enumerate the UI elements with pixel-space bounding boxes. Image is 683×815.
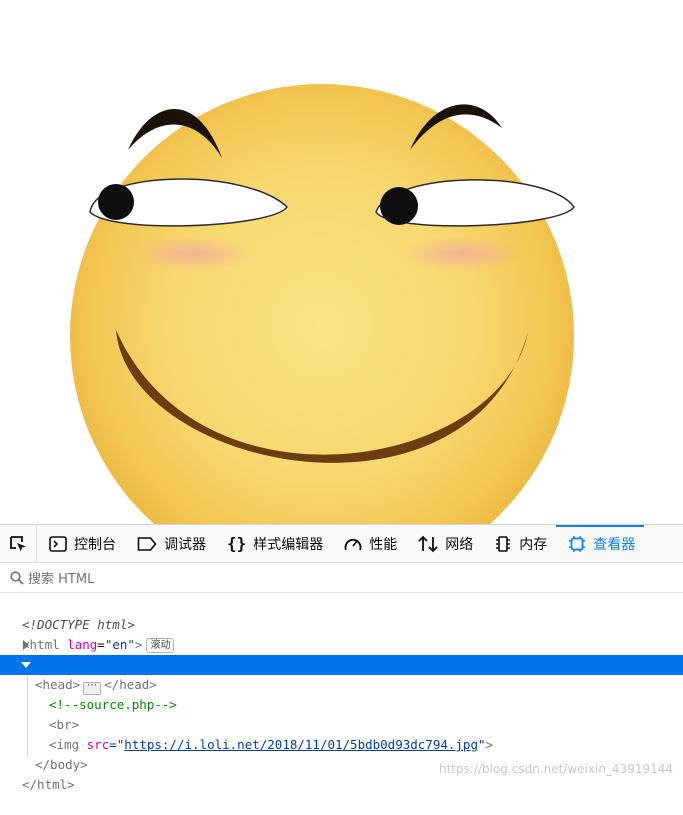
- expand-triangle-icon[interactable]: [22, 640, 30, 650]
- comment-node[interactable]: <!--source.php-->: [0, 675, 683, 712]
- tab-console-label: 控制台: [74, 536, 116, 553]
- search-input-placeholder[interactable]: 搜索 HTML: [28, 568, 94, 587]
- performance-gauge-icon: [344, 538, 362, 550]
- markup-tree: <!DOCTYPE html> <html lang="en">滚动 <head…: [0, 595, 683, 792]
- console-icon: [49, 535, 67, 552]
- tab-debugger[interactable]: 调试器: [125, 525, 215, 562]
- body-node-selected[interactable]: <body>: [0, 655, 683, 712]
- smirking-emoji-image: [70, 84, 575, 524]
- tab-network-label: 网络: [445, 536, 474, 553]
- braces-icon: {}: [227, 534, 247, 553]
- tab-memory-label: 内存: [519, 536, 548, 553]
- body-close-node[interactable]: </body>: [0, 735, 683, 772]
- html-search-bar[interactable]: 搜索 HTML: [0, 563, 683, 593]
- img-node[interactable]: <img src="https://i.loli.net/2018/11/01/…: [0, 715, 683, 752]
- tab-debugger-label: 调试器: [164, 536, 206, 553]
- br-node[interactable]: <br>: [0, 695, 683, 732]
- devtools-toolbar: 控制台 调试器 {} 样式编辑器 性能 网络 内存 查看器: [0, 525, 683, 563]
- tab-console[interactable]: 控制台: [37, 525, 125, 562]
- tab-style-editor-label: 样式编辑器: [253, 536, 324, 553]
- network-arrows-icon: [418, 535, 438, 552]
- devtools-panel: 控制台 调试器 {} 样式编辑器 性能 网络 内存 查看器 搜索 HTML <!…: [0, 524, 683, 792]
- element-picker-icon: [10, 535, 26, 551]
- tab-network[interactable]: 网络: [406, 525, 482, 562]
- search-icon: [10, 570, 24, 585]
- tab-memory[interactable]: 内存: [482, 525, 556, 562]
- inspector-icon: [569, 535, 586, 552]
- memory-chip-icon: [496, 535, 511, 552]
- element-picker-button[interactable]: [0, 525, 37, 562]
- doctype-node[interactable]: <!DOCTYPE html>: [0, 595, 683, 632]
- page-viewport: [0, 0, 683, 524]
- html-node[interactable]: <html lang="en"> 滚动: [0, 615, 683, 653]
- watermark-text: https://blog.csdn.net/weixin_43919144: [438, 762, 673, 776]
- tab-inspector-label: 查看器: [593, 536, 636, 553]
- tab-performance-label: 性能: [369, 536, 398, 553]
- tab-performance[interactable]: 性能: [332, 525, 406, 562]
- tab-style-editor[interactable]: {} 样式编辑器: [215, 525, 332, 562]
- debugger-icon: [137, 536, 157, 551]
- tab-inspector[interactable]: 查看器: [556, 525, 645, 562]
- html-tag-end: </html>: [22, 777, 75, 792]
- head-node[interactable]: <head>⋯</head>: [0, 635, 683, 695]
- collapse-triangle-icon[interactable]: [21, 661, 31, 669]
- browser-window: 控制台 调试器 {} 样式编辑器 性能 网络 内存 查看器 搜索 HTML <!…: [0, 0, 683, 792]
